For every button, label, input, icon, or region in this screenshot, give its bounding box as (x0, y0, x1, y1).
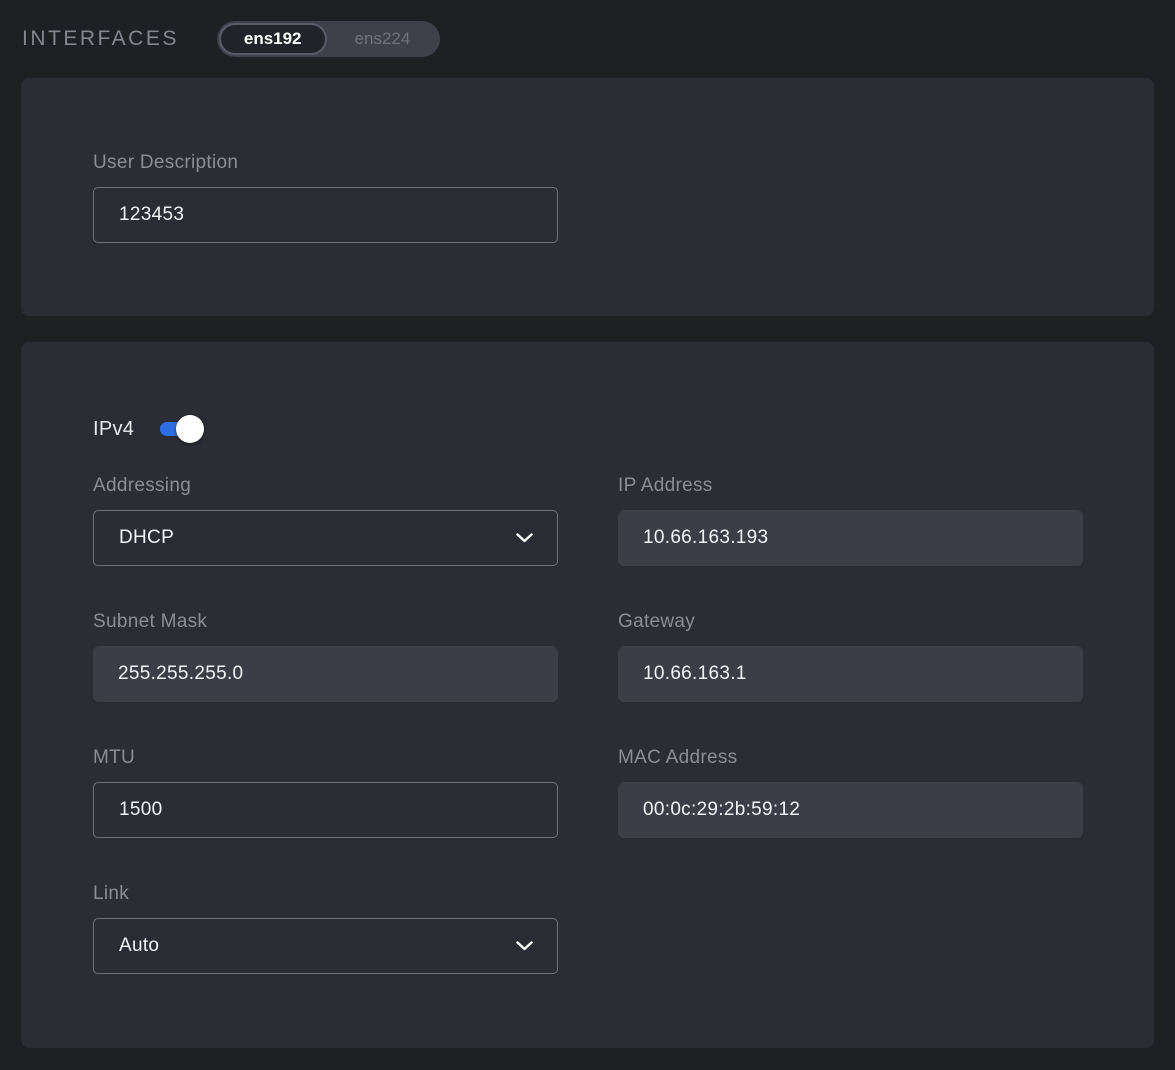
user-description-input[interactable] (93, 187, 558, 243)
mac-address-label: MAC Address (618, 747, 1083, 769)
ip-address-input[interactable] (618, 510, 1083, 566)
tab-ens224-label: ens224 (355, 29, 411, 49)
ipv4-toggle[interactable] (160, 415, 204, 443)
ipv4-label: IPv4 (93, 418, 134, 441)
form-row-4: Link Auto (93, 883, 1154, 974)
ip-address-field: IP Address (618, 475, 1083, 566)
addressing-label: Addressing (93, 475, 558, 497)
addressing-select[interactable]: DHCP (93, 510, 558, 566)
mtu-input[interactable] (93, 782, 558, 838)
subnet-mask-label: Subnet Mask (93, 611, 558, 633)
ipv4-panel: IPv4 Addressing DHCP IP Address (21, 342, 1154, 1048)
interface-tab-group: ens192 ens224 (217, 21, 440, 57)
user-description-panel: User Description (21, 78, 1154, 316)
form-row-1: Addressing DHCP IP Address (93, 475, 1154, 566)
chevron-down-icon (516, 533, 533, 543)
gateway-input[interactable] (618, 646, 1083, 702)
user-description-field: User Description (93, 152, 558, 243)
mac-address-field: MAC Address (618, 747, 1083, 838)
form-row-2: Subnet Mask Gateway (93, 611, 1154, 702)
link-field: Link Auto (93, 883, 558, 974)
link-selected-value: Auto (119, 935, 159, 957)
chevron-down-icon (516, 941, 533, 951)
tab-ens192-label: ens192 (244, 29, 302, 49)
mtu-label: MTU (93, 747, 558, 769)
user-description-label: User Description (93, 152, 558, 174)
tab-ens224[interactable]: ens224 (327, 23, 439, 55)
ip-address-label: IP Address (618, 475, 1083, 497)
tab-ens192[interactable]: ens192 (219, 23, 327, 55)
page-title: INTERFACES (22, 27, 179, 51)
mtu-field: MTU (93, 747, 558, 838)
gateway-label: Gateway (618, 611, 1083, 633)
ipv4-toggle-row: IPv4 (93, 415, 1154, 443)
mac-address-input[interactable] (618, 782, 1083, 838)
subnet-mask-input[interactable] (93, 646, 558, 702)
header: INTERFACES ens192 ens224 (0, 0, 1175, 78)
gateway-field: Gateway (618, 611, 1083, 702)
link-select[interactable]: Auto (93, 918, 558, 974)
form-row-3: MTU MAC Address (93, 747, 1154, 838)
addressing-field: Addressing DHCP (93, 475, 558, 566)
subnet-mask-field: Subnet Mask (93, 611, 558, 702)
toggle-knob (176, 415, 204, 443)
addressing-selected-value: DHCP (119, 527, 174, 549)
link-label: Link (93, 883, 558, 905)
